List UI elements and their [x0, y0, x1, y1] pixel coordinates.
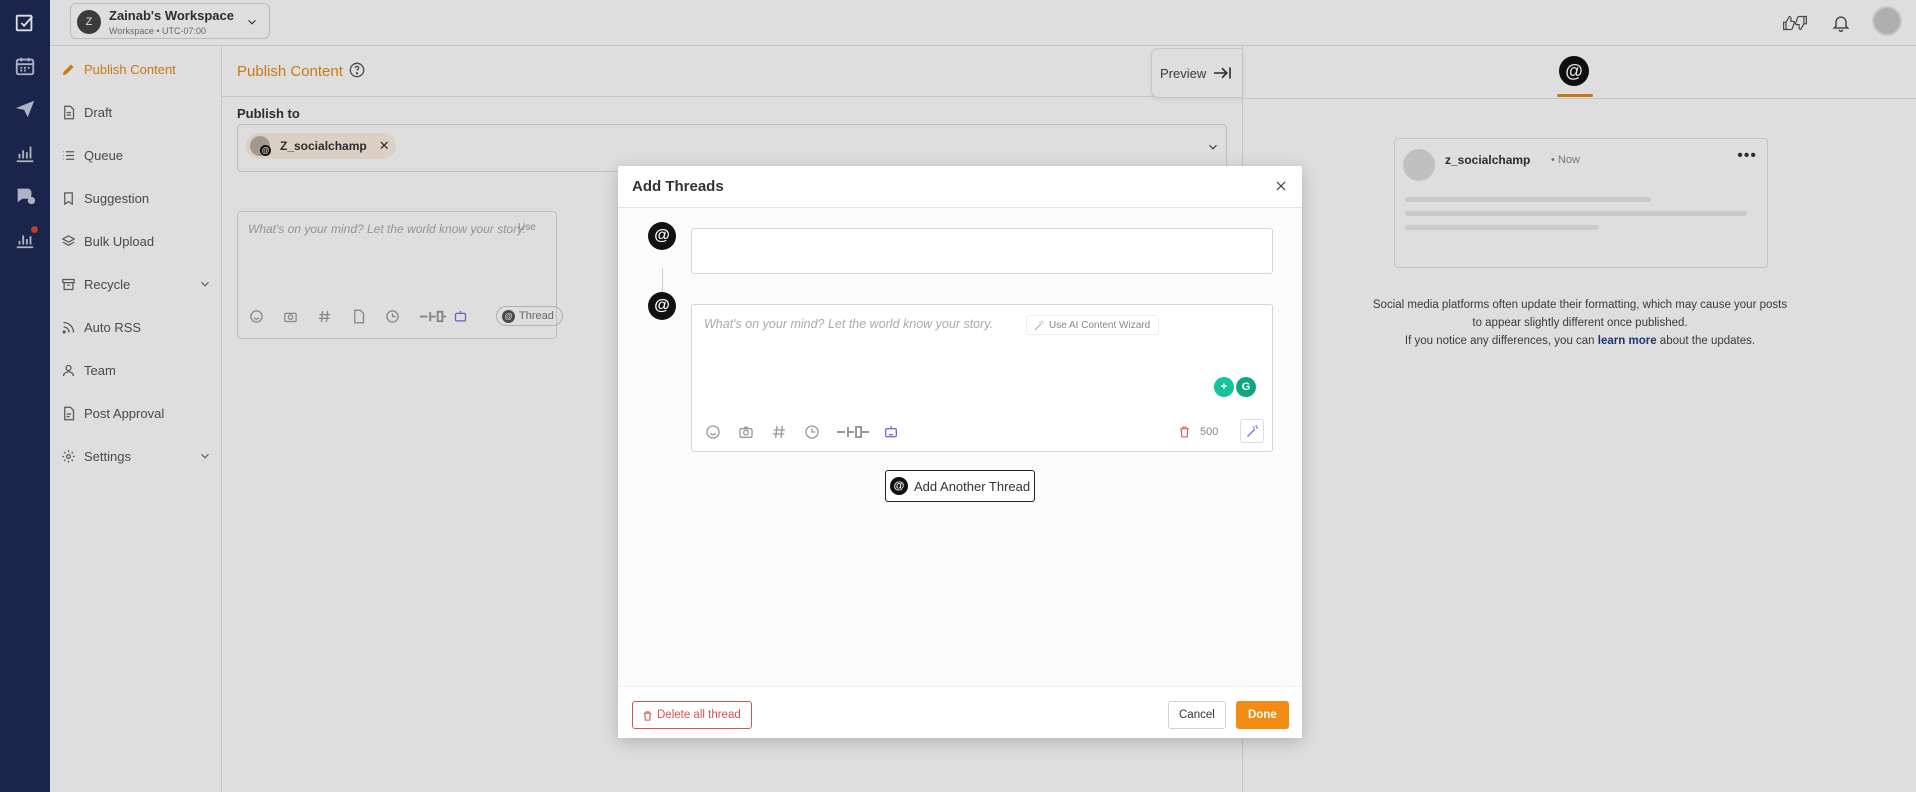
- cancel-button[interactable]: Cancel: [1168, 701, 1226, 729]
- clock-icon[interactable]: [803, 423, 821, 441]
- thread-input-1[interactable]: [691, 228, 1273, 274]
- add-another-thread-button[interactable]: @ Add Another Thread: [885, 470, 1035, 502]
- threads-icon: @: [890, 477, 908, 495]
- ai-content-wizard-button[interactable]: Use AI Content Wizard: [1026, 315, 1160, 335]
- modal-title: Add Threads: [632, 178, 724, 195]
- hashtag-icon[interactable]: [770, 423, 788, 441]
- close-icon[interactable]: [1272, 177, 1290, 195]
- threads-icon: @: [648, 292, 676, 320]
- delete-all-thread-button[interactable]: Delete all thread: [632, 701, 752, 729]
- trash-icon[interactable]: [1176, 423, 1192, 441]
- threads-icon: @: [648, 222, 676, 250]
- camera-icon[interactable]: [737, 423, 755, 441]
- grammarly-icon[interactable]: G: [1236, 377, 1256, 397]
- modal-footer: Delete all thread Cancel Done: [618, 686, 1302, 738]
- plugin-icon[interactable]: [836, 423, 870, 441]
- emoji-icon[interactable]: [704, 423, 722, 441]
- done-button[interactable]: Done: [1236, 701, 1289, 729]
- trash-icon: [643, 711, 652, 721]
- editor-placeholder: What's on your mind? Let the world know …: [704, 317, 994, 331]
- magic-wand-icon[interactable]: [1240, 419, 1264, 443]
- modal-header: Add Threads: [618, 166, 1302, 208]
- grammarly-suggest-icon[interactable]: +: [1214, 377, 1234, 397]
- thread-editor-2[interactable]: What's on your mind? Let the world know …: [691, 304, 1273, 452]
- magic-wand-icon: [1034, 320, 1044, 331]
- add-threads-modal: Add Threads @ @ What's on your mind? Let…: [618, 166, 1302, 738]
- char-count: 500: [1200, 426, 1219, 438]
- robot-icon[interactable]: [882, 423, 900, 441]
